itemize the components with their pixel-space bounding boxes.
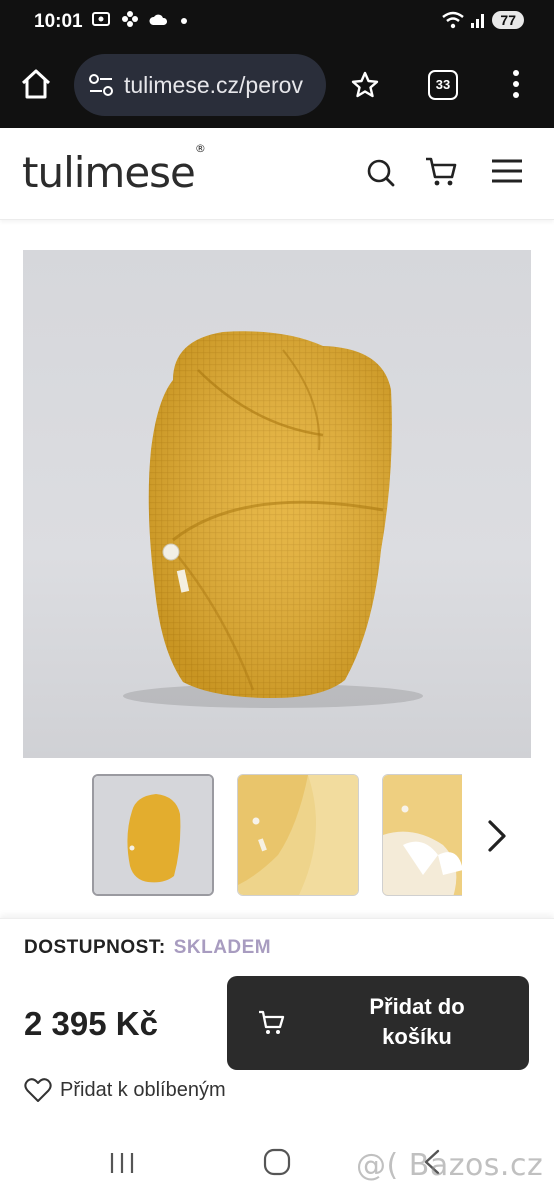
watermark: @( Bazos.cz xyxy=(356,1148,544,1183)
signal-icon xyxy=(471,14,485,28)
purchase-panel: DOSTUPNOST: SKLADEM 2 395 Kč Přidat do ko… xyxy=(0,918,554,1130)
availability: DOSTUPNOST: SKLADEM xyxy=(24,937,271,959)
flower-icon xyxy=(121,11,138,27)
product-price: 2 395 Kč xyxy=(24,1005,158,1042)
tab-switcher-button[interactable]: 33 xyxy=(428,70,458,100)
site-logo[interactable]: tulimese® xyxy=(22,142,206,197)
product-photo xyxy=(123,331,423,708)
bookmark-star-icon[interactable] xyxy=(350,70,380,100)
status-notification-icons xyxy=(92,10,188,33)
screenshot-icon xyxy=(92,12,110,26)
hamburger-menu-icon[interactable] xyxy=(490,158,524,184)
home-icon[interactable] xyxy=(16,64,56,104)
search-icon[interactable] xyxy=(366,158,396,188)
add-to-cart-line1: Přidat do xyxy=(369,994,465,1019)
cart-icon[interactable] xyxy=(424,156,458,188)
tab-count: 33 xyxy=(435,77,451,92)
battery-icon: 77 xyxy=(492,11,524,29)
availability-label: DOSTUPNOST: xyxy=(24,937,166,958)
battery-level: 77 xyxy=(500,12,516,28)
more-options-icon[interactable] xyxy=(508,68,524,102)
thumbnail-2-image xyxy=(238,775,358,895)
thumbnail-1-image xyxy=(94,776,212,894)
add-to-cart-button[interactable]: Přidat do košíku xyxy=(227,976,529,1070)
add-to-favorites-label[interactable]: Přidat k oblíbeným xyxy=(60,1079,226,1102)
recent-apps-icon[interactable] xyxy=(108,1150,136,1176)
cloud-icon xyxy=(149,14,168,25)
availability-status: SKLADEM xyxy=(173,937,272,958)
wifi-icon xyxy=(442,11,465,29)
home-nav-icon[interactable] xyxy=(263,1148,291,1176)
status-bar: 10:01 77 xyxy=(0,0,554,44)
site-header: tulimese® xyxy=(0,128,554,220)
status-time: 10:01 xyxy=(34,11,83,32)
thumbnail-strip[interactable] xyxy=(92,774,462,896)
cart-icon xyxy=(259,1010,285,1034)
dot-icon xyxy=(181,18,188,24)
product-main-image[interactable] xyxy=(23,250,531,758)
url-text[interactable]: tulimese.cz/perov xyxy=(124,72,303,99)
add-to-favorites-link[interactable]: Přidat k oblíbeným xyxy=(24,1077,226,1103)
chevron-right-icon[interactable] xyxy=(484,818,510,854)
thumbnail-2[interactable] xyxy=(237,774,359,896)
logo-registered-mark: ® xyxy=(194,142,206,155)
add-to-cart-line2: košíku xyxy=(382,1024,452,1049)
add-to-cart-label: Přidat do košíku xyxy=(317,992,517,1052)
heart-icon xyxy=(24,1078,52,1102)
browser-toolbar: tulimese.cz/perov 33 xyxy=(0,44,554,128)
thumbnail-3-image xyxy=(383,775,462,895)
system-navigation-bar: @( Bazos.cz xyxy=(0,1130,554,1200)
logo-text: tulimese xyxy=(22,148,196,197)
site-settings-icon[interactable] xyxy=(88,73,114,97)
status-right: 77 xyxy=(442,11,524,29)
thumbnail-1[interactable] xyxy=(92,774,214,896)
thumbnail-3[interactable] xyxy=(382,774,462,896)
address-bar[interactable]: tulimese.cz/perov xyxy=(74,54,326,116)
